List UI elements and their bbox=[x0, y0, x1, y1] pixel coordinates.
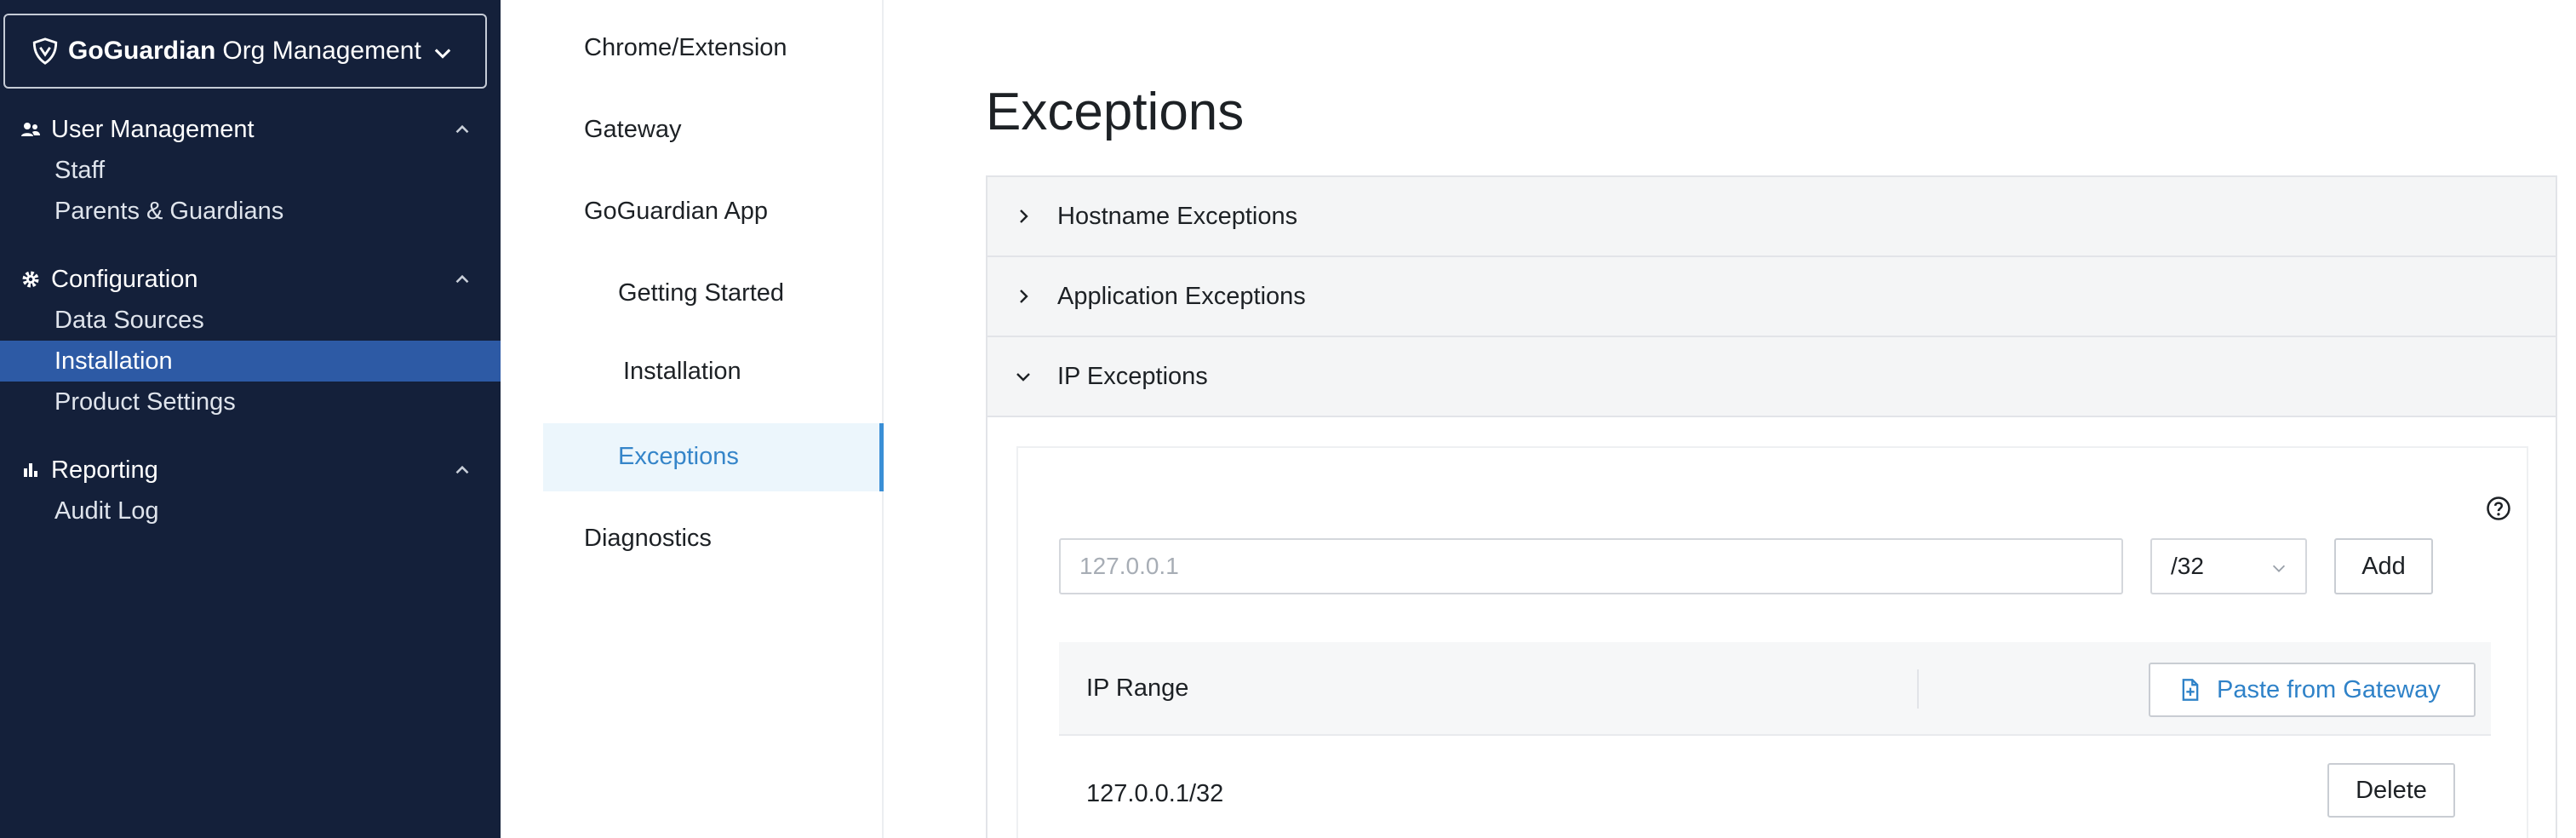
file-add-icon bbox=[2182, 679, 2199, 701]
sidebar-item-data-sources[interactable]: Data Sources bbox=[0, 300, 501, 341]
nav-section-label: User Management bbox=[51, 115, 255, 143]
sidebar-item-parents-guardians[interactable]: Parents & Guardians bbox=[0, 191, 501, 232]
ip-address-input[interactable] bbox=[1059, 538, 2123, 594]
add-ip-button[interactable]: Add bbox=[2334, 538, 2433, 594]
sidebar-item-installation[interactable]: Installation bbox=[0, 341, 501, 382]
main-sidebar: GoGuardian Org Management User Managemen… bbox=[0, 0, 501, 838]
chevron-right-icon bbox=[1020, 210, 1028, 223]
nav-section-configuration[interactable]: Configuration bbox=[0, 259, 501, 300]
sidebar-item-product-settings[interactable]: Product Settings bbox=[0, 382, 501, 422]
users-icon bbox=[21, 123, 40, 136]
subnav-item-diagnostics[interactable]: Diagnostics bbox=[584, 525, 712, 553]
column-divider bbox=[1917, 669, 1919, 709]
bar-chart-icon bbox=[24, 463, 37, 477]
chevron-up-icon[interactable] bbox=[451, 459, 473, 481]
subnav-item-exceptions[interactable]: Exceptions bbox=[618, 443, 739, 471]
ip-table-header: IP Range Paste from Gateway bbox=[1059, 642, 2491, 736]
sidebar-item-audit-log[interactable]: Audit Log bbox=[0, 491, 501, 531]
delete-ip-button[interactable]: Delete bbox=[2327, 763, 2455, 818]
chevron-up-icon[interactable] bbox=[451, 268, 473, 290]
chevron-down-icon bbox=[1016, 373, 1030, 382]
nav-section-user-management[interactable]: User Management bbox=[0, 109, 501, 150]
page-title: Exceptions bbox=[986, 83, 1245, 141]
paste-from-gateway-button[interactable]: Paste from Gateway bbox=[2149, 663, 2476, 717]
chevron-down-icon bbox=[2272, 565, 2286, 572]
accordion-hostname-exceptions[interactable]: Hostname Exceptions bbox=[987, 177, 2556, 257]
chevron-up-icon[interactable] bbox=[451, 118, 473, 141]
subnav-item-gateway[interactable]: Gateway bbox=[584, 116, 681, 144]
ip-range-cell: 127.0.0.1/32 bbox=[1086, 780, 1224, 807]
cidr-select[interactable]: /32 bbox=[2150, 538, 2307, 594]
org-switcher[interactable]: GoGuardian Org Management bbox=[3, 14, 487, 89]
paste-from-gateway-label: Paste from Gateway bbox=[2217, 675, 2441, 703]
chevron-down-icon bbox=[434, 49, 451, 59]
cidr-value: /32 bbox=[2171, 553, 2204, 579]
accordion-label: Application Exceptions bbox=[1057, 282, 1306, 310]
org-name: Org Management bbox=[222, 37, 421, 65]
accordion-application-exceptions[interactable]: Application Exceptions bbox=[987, 257, 2556, 337]
subnav-item-chrome-extension[interactable]: Chrome/Extension bbox=[584, 34, 787, 62]
subnav-item-goguardian-app[interactable]: GoGuardian App bbox=[584, 198, 768, 226]
exceptions-accordion: Hostname Exceptions Application Exceptio… bbox=[986, 175, 2557, 838]
question-circle-icon[interactable] bbox=[2486, 496, 2511, 521]
accordion-label: IP Exceptions bbox=[1057, 362, 1208, 390]
org-brand: GoGuardian bbox=[68, 37, 216, 65]
nav-section-reporting[interactable]: Reporting bbox=[0, 450, 501, 491]
accordion-label: Hostname Exceptions bbox=[1057, 202, 1298, 230]
subnav-item-getting-started[interactable]: Getting Started bbox=[618, 279, 784, 307]
installation-subnav: Chrome/Extension Gateway GoGuardian App … bbox=[501, 0, 884, 838]
nav-section-label: Configuration bbox=[51, 265, 198, 293]
ip-exceptions-panel: /32 Add IP Range Paste from Gateway 127.… bbox=[1016, 446, 2528, 838]
gear-icon bbox=[22, 271, 39, 288]
subnav-item-installation[interactable]: Installation bbox=[623, 358, 741, 386]
sidebar-item-staff[interactable]: Staff bbox=[0, 150, 501, 191]
table-row: 127.0.0.1/32 Delete bbox=[1059, 736, 2491, 838]
column-header-ip-range: IP Range bbox=[1086, 674, 1189, 702]
chevron-right-icon bbox=[1020, 290, 1028, 303]
nav-section-label: Reporting bbox=[51, 456, 158, 484]
accordion-ip-exceptions[interactable]: IP Exceptions bbox=[987, 337, 2556, 417]
shield-icon bbox=[32, 37, 58, 65]
